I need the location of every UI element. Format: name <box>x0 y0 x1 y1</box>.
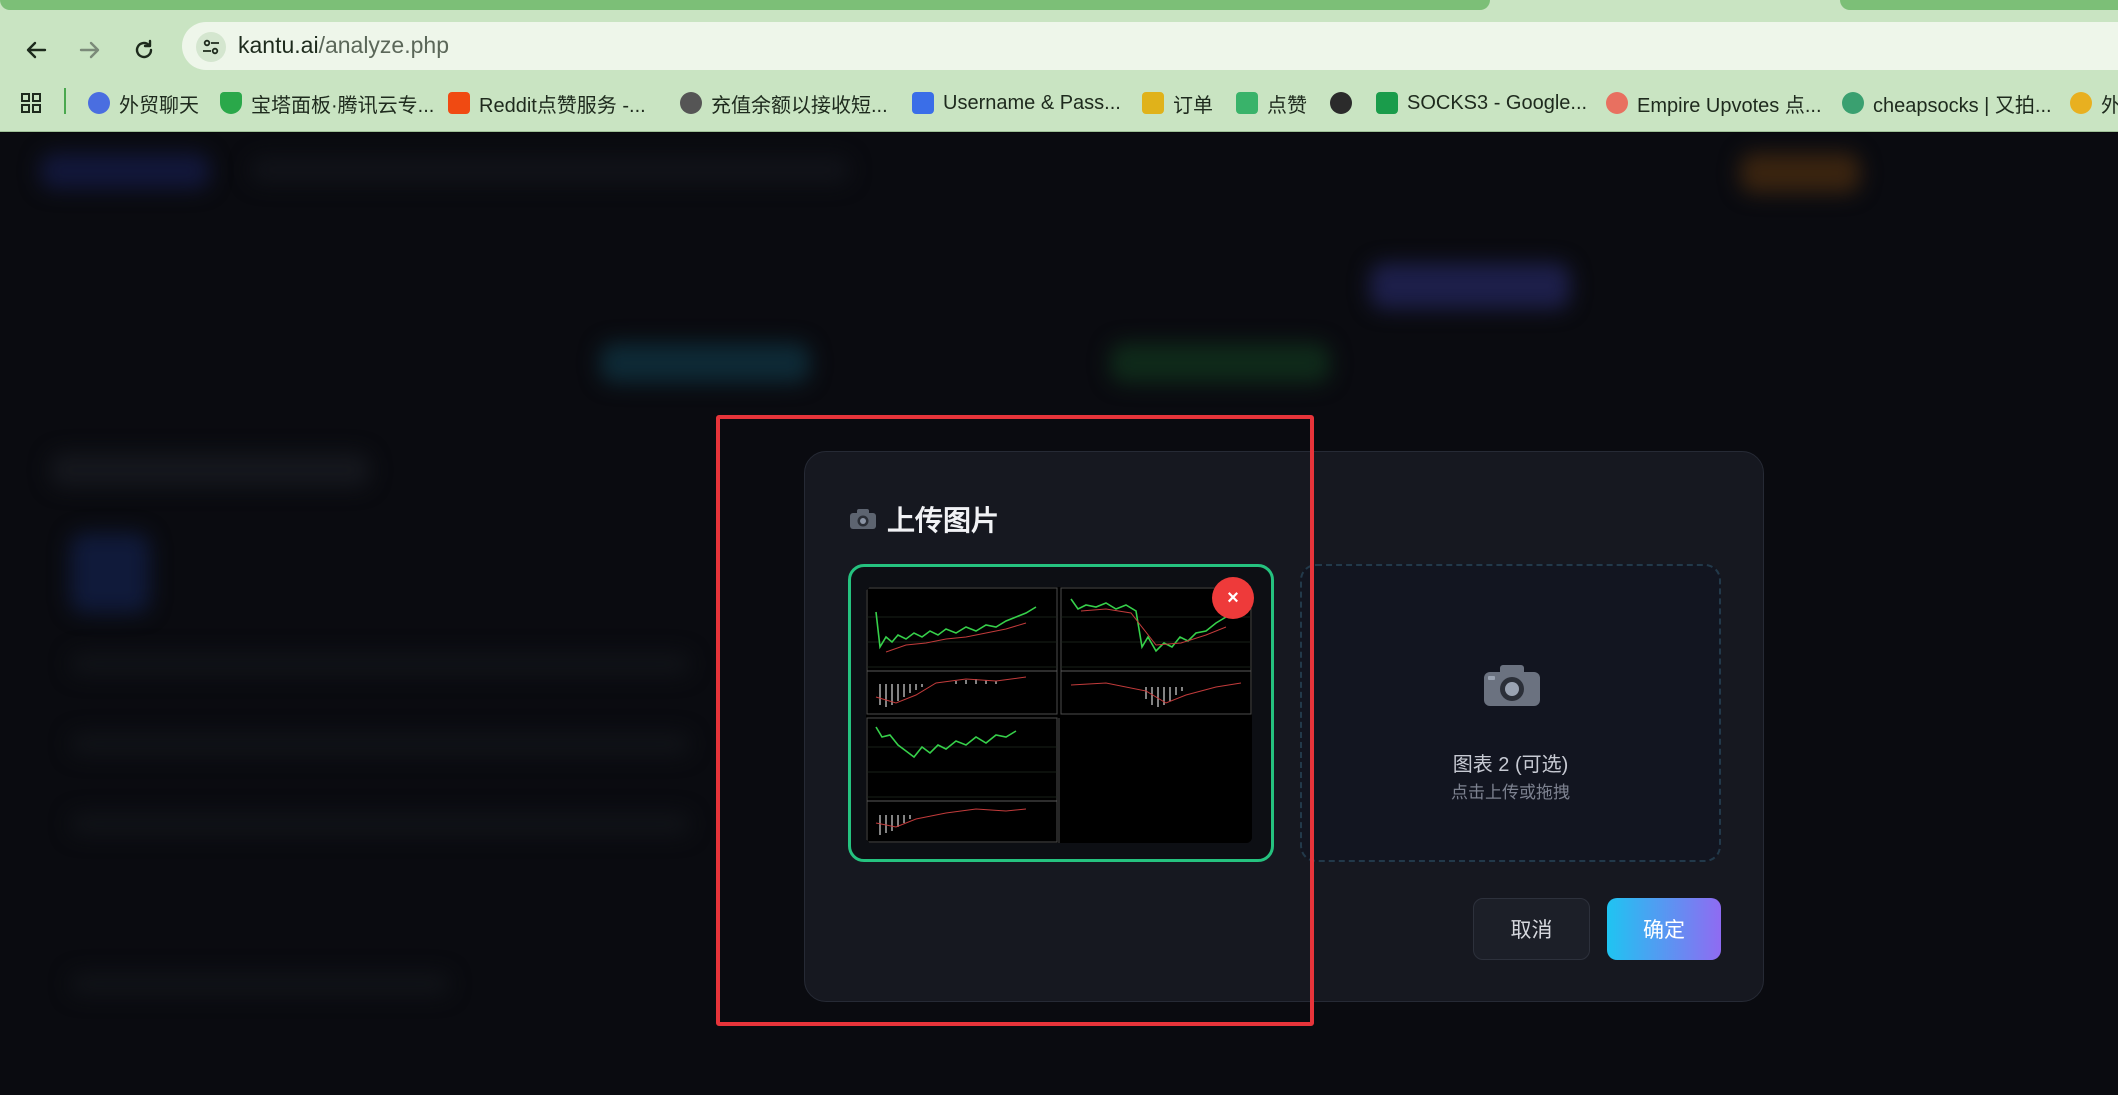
blurred-text <box>70 813 690 835</box>
bookmark-label: 订单 <box>1173 94 1213 117</box>
google-sheets-icon <box>1376 92 1398 114</box>
bookmark-label: Reddit点赞服务 -... <box>479 94 646 117</box>
bookmarks-bar: 外贸聊天 宝塔面板·腾讯云专... Reddit点赞服务 -... 充值余额以接… <box>0 74 2118 132</box>
bookmarks-divider <box>64 88 66 114</box>
bookmark-2[interactable]: 宝塔面板·腾讯云专... <box>220 88 434 118</box>
bookmark-9[interactable]: SOCKS3 - Google... <box>1376 88 1587 118</box>
chat-bot-icon <box>88 92 110 114</box>
reload-button[interactable] <box>124 30 164 70</box>
bookmark-3[interactable]: Reddit点赞服务 -... <box>448 88 646 118</box>
bookmark-label: Username & Pass... <box>943 91 1121 114</box>
site-settings-icon[interactable] <box>196 32 226 62</box>
active-tab[interactable] <box>0 0 1490 10</box>
other-tab[interactable] <box>1840 0 2118 10</box>
globe-icon <box>1330 92 1352 114</box>
blurred-nav <box>250 157 850 183</box>
bookmark-label: SOCKS3 - Google... <box>1407 91 1588 114</box>
bookmark-7[interactable]: 点赞 <box>1236 88 1307 118</box>
url-text: kantu.ai/analyze.php <box>238 32 449 58</box>
blurred-button <box>1370 263 1570 309</box>
bookmark-label: 外 <box>2101 94 2118 117</box>
back-button[interactable] <box>16 30 56 70</box>
bookmark-12[interactable]: 外 <box>2070 88 2118 118</box>
bookmark-4[interactable]: 充值余额以接收短... <box>680 88 888 118</box>
blurred-badge <box>1110 343 1330 383</box>
moon-icon <box>680 92 702 114</box>
blurred-tabs <box>600 343 810 383</box>
arrow-left-icon <box>26 41 47 59</box>
coin-icon <box>2070 92 2092 114</box>
upload-modal: 上传图片 图表 2 (可选) 点击上传或拖拽 取消 确定 <box>804 451 1764 1002</box>
socks-icon <box>1842 92 1864 114</box>
bookmark-label: 充值余额以接收短... <box>711 94 888 117</box>
bookmark-8[interactable] <box>1330 88 1352 118</box>
remove-image-button[interactable]: × <box>1212 577 1254 619</box>
reload-icon <box>135 39 153 59</box>
bookmark-label: cheapsocks | 又拍... <box>1873 94 2052 117</box>
fen-icon <box>1236 92 1258 114</box>
camera-icon <box>850 509 876 529</box>
blurred-logo <box>40 153 210 189</box>
forward-button[interactable] <box>70 30 110 70</box>
empire-icon <box>1606 92 1628 114</box>
modal-title: 上传图片 <box>849 499 999 539</box>
bookmark-label: 宝塔面板·腾讯云专... <box>251 94 435 117</box>
blurred-avatar <box>70 533 150 613</box>
order-table-icon <box>1142 92 1164 114</box>
cancel-button[interactable]: 取消 <box>1473 898 1590 960</box>
ip2-icon <box>912 92 934 114</box>
blurred-text <box>70 973 450 995</box>
shield-icon <box>220 92 242 114</box>
slot2-hint: 点击上传或拖拽 <box>1451 783 1570 802</box>
apps-grid-icon <box>21 93 41 113</box>
address-bar[interactable]: kantu.ai/analyze.php <box>182 22 2118 70</box>
blurred-text <box>70 653 690 675</box>
bookmark-10[interactable]: Empire Upvotes 点... <box>1606 88 1822 118</box>
confirm-button[interactable]: 确定 <box>1607 898 1721 960</box>
slot2-label: 图表 2 (可选) <box>1452 754 1569 776</box>
apps-button[interactable] <box>20 88 42 118</box>
upload-slot-2[interactable]: 图表 2 (可选) 点击上传或拖拽 <box>1300 564 1721 862</box>
modal-title-text: 上传图片 <box>887 505 1000 536</box>
bookmark-label: 外贸聊天 <box>119 94 199 117</box>
bookmark-1[interactable]: 外贸聊天 <box>88 88 199 118</box>
blurred-heading <box>50 453 370 487</box>
arrow-right-icon <box>79 41 100 59</box>
blurred-text <box>70 733 690 755</box>
browser-toolbar: kantu.ai/analyze.php <box>0 14 2118 74</box>
bookmark-label: Empire Upvotes 点... <box>1637 94 1822 117</box>
camera-icon <box>1484 665 1540 706</box>
reddit-upvote-icon <box>448 92 470 114</box>
tab-strip <box>0 0 2118 14</box>
upload-slot-1[interactable] <box>848 564 1274 862</box>
bookmark-label: 点赞 <box>1267 94 1307 117</box>
bookmark-5[interactable]: Username & Pass... <box>912 88 1121 118</box>
blurred-cta <box>1740 153 1860 193</box>
uploaded-chart-thumbnail <box>866 587 1252 843</box>
bookmark-11[interactable]: cheapsocks | 又拍... <box>1842 88 2052 118</box>
bookmark-6[interactable]: 订单 <box>1142 88 1213 118</box>
